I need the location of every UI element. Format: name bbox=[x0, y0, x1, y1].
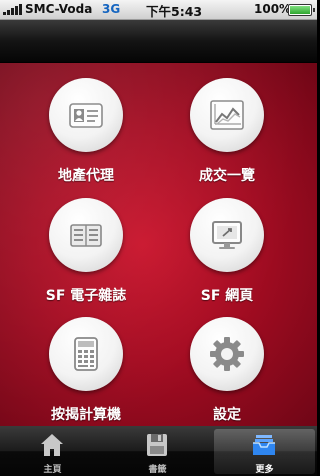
carrier-name: SMC-Voda bbox=[25, 2, 93, 16]
tab-bookmarks[interactable]: 書籤 bbox=[105, 426, 210, 476]
emagazine-button[interactable] bbox=[49, 198, 123, 272]
transactions-button[interactable] bbox=[190, 78, 264, 152]
more-tray-icon bbox=[253, 435, 275, 455]
menu-item-label: 地產代理 bbox=[58, 168, 114, 184]
battery-icon bbox=[288, 4, 315, 16]
tab-label: 書籤 bbox=[148, 465, 167, 475]
menu-item-settings[interactable]: 設定 bbox=[154, 317, 284, 423]
bookmark-icon bbox=[147, 434, 167, 456]
menu-item-label: 按揭計算機 bbox=[51, 407, 121, 423]
tab-home[interactable]: 主頁 bbox=[0, 426, 105, 476]
mortgage-calculator-button[interactable] bbox=[49, 317, 123, 391]
signal-strength-icon bbox=[3, 4, 23, 15]
tab-label: 主頁 bbox=[43, 465, 62, 475]
gear-icon bbox=[210, 337, 244, 371]
agent-card-icon bbox=[69, 103, 103, 128]
tab-label: 更多 bbox=[255, 465, 274, 475]
status-bar: SMC-Voda 3G 下午5:43 100% bbox=[0, 0, 317, 20]
tab-bar: 主頁 書籤 更多 bbox=[0, 426, 317, 476]
battery-percent: 100% bbox=[254, 2, 292, 16]
website-button[interactable] bbox=[190, 198, 264, 272]
menu-item-label: SF 電子雜誌 bbox=[45, 288, 127, 304]
magazine-icon bbox=[70, 224, 102, 247]
menu-item-transactions[interactable]: 成交一覽 bbox=[154, 78, 284, 184]
menu-item-emagazine[interactable]: SF 電子雜誌 bbox=[13, 198, 143, 304]
menu-item-mortgage-calculator[interactable]: 按揭計算機 bbox=[13, 317, 143, 423]
menu-item-label: 設定 bbox=[213, 407, 241, 423]
navigation-bar bbox=[0, 20, 317, 63]
network-type: 3G bbox=[102, 2, 121, 16]
chart-trend-icon bbox=[210, 100, 244, 130]
monitor-icon bbox=[212, 221, 242, 249]
agent-button[interactable] bbox=[49, 78, 123, 152]
more-menu-grid: 地產代理 成交一覽 SF 電子雜誌 SF 網頁 按揭計算機 設定 bbox=[0, 63, 317, 426]
calculator-icon bbox=[74, 337, 98, 371]
menu-item-label: SF 網頁 bbox=[200, 288, 254, 304]
menu-item-website[interactable]: SF 網頁 bbox=[154, 198, 284, 304]
home-icon bbox=[41, 434, 63, 456]
menu-item-label: 成交一覽 bbox=[199, 168, 255, 184]
menu-item-agent[interactable]: 地產代理 bbox=[13, 78, 143, 184]
settings-button[interactable] bbox=[190, 317, 264, 391]
tab-more[interactable]: 更多 bbox=[212, 426, 317, 476]
clock: 下午5:43 bbox=[146, 4, 203, 19]
